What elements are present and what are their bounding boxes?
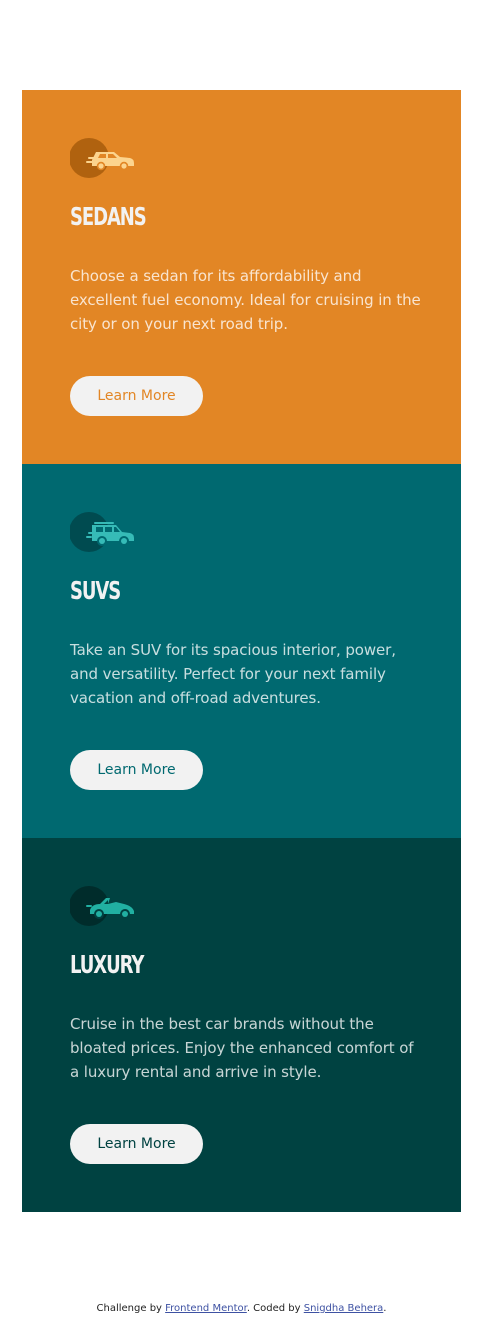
attribution-suffix: . [383,1303,387,1314]
sedans-title: SEDANS [70,202,147,231]
attribution-middle: . Coded by [246,1303,304,1314]
luxury-car-icon [70,884,138,928]
attribution-prefix: Challenge by [96,1303,166,1314]
sedan-car-icon [70,136,138,180]
suvs-card: SUVS Take an SUV for its spacious interi… [22,464,461,838]
car-cards: SEDANS Choose a sedan for its affordabil… [22,90,461,1212]
luxury-learn-more-button[interactable]: Learn More [70,1124,203,1164]
suv-car-icon [70,510,138,554]
luxury-card: LUXURY Cruise in the best car brands wit… [22,838,461,1212]
author-link[interactable]: Snigdha Behera [304,1303,384,1314]
luxury-description: Cruise in the best car brands without th… [70,1015,414,1081]
sedans-description: Choose a sedan for its affordability and… [70,267,421,333]
sedans-learn-more-button[interactable]: Learn More [70,376,203,416]
sedans-card: SEDANS Choose a sedan for its affordabil… [22,90,461,464]
suvs-title: SUVS [70,576,121,605]
attribution-footer: Challenge by Frontend Mentor. Coded by S… [0,1302,483,1316]
frontend-mentor-link[interactable]: Frontend Mentor [165,1303,247,1314]
suvs-learn-more-button[interactable]: Learn More [70,750,203,790]
luxury-title: LUXURY [70,950,144,979]
suvs-description: Take an SUV for its spacious interior, p… [70,641,396,707]
